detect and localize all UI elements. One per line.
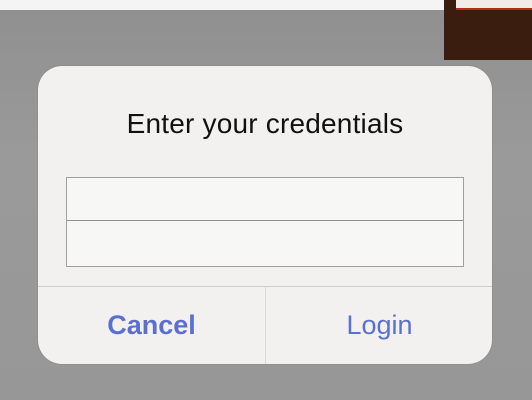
login-button[interactable]: Login (266, 287, 492, 364)
dialog-title: Enter your credentials (126, 108, 404, 139)
username-field[interactable] (67, 178, 463, 221)
password-field[interactable] (67, 221, 463, 265)
background-object (444, 0, 532, 60)
credentials-dialog: Enter your credentials Cancel Login (38, 66, 492, 364)
credentials-field-group (66, 177, 464, 267)
cancel-button[interactable]: Cancel (38, 287, 265, 364)
